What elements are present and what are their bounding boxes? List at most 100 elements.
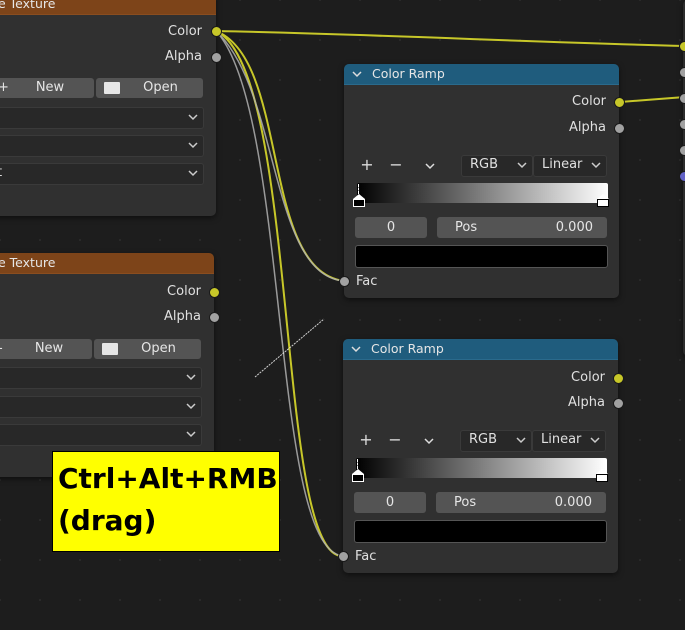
chevron-down-icon: [188, 142, 198, 149]
output-color-label: Color: [572, 94, 606, 109]
chevron-down-icon: [516, 437, 526, 444]
color-ramp-node-2[interactable]: Color Ramp Color Alpha + − RGB Linear 0 …: [343, 339, 618, 573]
pos-value: 0.000: [555, 220, 593, 235]
interpolation-dropdown[interactable]: [0, 367, 202, 389]
alpha-output-socket[interactable]: [209, 312, 220, 323]
position-field[interactable]: Pos 0.000: [436, 492, 606, 513]
input-socket-gray[interactable]: [679, 67, 685, 78]
shortcut-keys: Ctrl+Alt+RMB: [58, 462, 278, 495]
collapse-chevron-icon[interactable]: [350, 67, 364, 81]
color-mode-value: RGB: [469, 432, 498, 447]
fac-input-socket[interactable]: [338, 551, 349, 562]
output-alpha-label: Alpha: [568, 395, 605, 410]
fac-input-socket[interactable]: [339, 276, 350, 287]
pos-label: Pos: [454, 495, 477, 510]
pos-label: Pos: [455, 220, 478, 235]
position-field[interactable]: Pos 0.000: [437, 217, 607, 238]
stop-color-swatch[interactable]: [354, 520, 607, 543]
black-stop-handle[interactable]: [352, 459, 364, 483]
interpolation-dropdown[interactable]: [0, 107, 204, 129]
remove-stop-button[interactable]: −: [386, 430, 404, 450]
link-color-to-right-node[interactable]: [215, 30, 685, 47]
stop-index-field[interactable]: 0: [355, 217, 427, 238]
color-output-socket[interactable]: [614, 97, 625, 108]
alpha-output-socket[interactable]: [614, 123, 625, 134]
color-ramp-gradient[interactable]: [356, 458, 607, 478]
new-image-button[interactable]: - New: [0, 339, 92, 359]
interpolation-value: Linear: [542, 157, 583, 172]
chevron-down-icon: [517, 162, 527, 169]
open-label: Open: [143, 80, 178, 95]
node-header[interactable]: e Texture: [0, 0, 216, 15]
output-color-label: Color: [571, 370, 605, 385]
cut-gesture-line: [254, 318, 325, 378]
input-fac-label: Fac: [356, 274, 378, 289]
link-float-gray-1[interactable]: [215, 30, 345, 282]
input-socket-gray[interactable]: [679, 145, 685, 156]
open-image-button[interactable]: Open: [96, 78, 203, 98]
output-alpha-label: Alpha: [569, 120, 606, 135]
remove-stop-button[interactable]: −: [387, 155, 405, 175]
color-output-socket[interactable]: [209, 287, 220, 298]
chevron-down-icon: [186, 431, 196, 438]
stop-index-field[interactable]: 0: [354, 492, 426, 513]
chevron-down-icon: [591, 162, 601, 169]
alpha-output-socket[interactable]: [613, 398, 624, 409]
extension-dropdown[interactable]: [0, 424, 202, 446]
interpolation-dropdown[interactable]: Linear: [533, 155, 607, 177]
color-ramp-node-1[interactable]: Color Ramp Color Alpha + − RGB Linear 0 …: [344, 64, 619, 298]
pos-value: 0.000: [554, 495, 592, 510]
new-label: New: [34, 341, 64, 356]
color-mode-dropdown[interactable]: RGB: [461, 155, 533, 177]
open-image-button[interactable]: Open: [94, 339, 201, 359]
open-label: Open: [141, 341, 176, 356]
input-socket-yellow[interactable]: [679, 41, 685, 52]
interpolation-dropdown[interactable]: Linear: [532, 430, 606, 452]
ramp-menu-chevron-icon[interactable]: [423, 159, 437, 173]
output-alpha-label: Alpha: [164, 309, 201, 324]
projection-dropdown[interactable]: [0, 396, 202, 418]
extension-dropdown[interactable]: t: [0, 163, 204, 185]
node-header[interactable]: e Texture: [0, 253, 214, 274]
input-fac-label: Fac: [355, 549, 377, 564]
minus-icon: -: [0, 339, 3, 359]
input-socket-gray[interactable]: [679, 93, 685, 104]
shortcut-overlay: Ctrl+Alt+RMB (drag): [52, 451, 280, 552]
stop-color-swatch[interactable]: [355, 245, 608, 268]
color-ramp-gradient[interactable]: [357, 183, 608, 203]
add-stop-button[interactable]: +: [357, 430, 375, 450]
new-label: New: [35, 80, 65, 95]
chevron-down-icon: [186, 403, 196, 410]
node-header[interactable]: Color Ramp: [343, 339, 618, 360]
image-texture-node-2[interactable]: e Texture Color Alpha - New Open: [0, 253, 214, 477]
node-title: Color Ramp: [371, 341, 444, 356]
chevron-down-icon: [186, 374, 196, 381]
folder-icon: [102, 343, 118, 355]
image-texture-node-1[interactable]: e Texture Color Alpha + New Open t: [0, 0, 216, 216]
alpha-output-socket[interactable]: [211, 52, 222, 63]
link-color-to-ramp1-fac[interactable]: [215, 30, 345, 282]
add-stop-button[interactable]: +: [358, 155, 376, 175]
collapse-chevron-icon[interactable]: [349, 342, 363, 356]
projection-dropdown[interactable]: [0, 135, 204, 157]
new-image-button[interactable]: + New: [0, 78, 94, 98]
link-ramp-color-to-right-node[interactable]: [619, 96, 685, 103]
white-stop-handle[interactable]: [597, 194, 609, 208]
chevron-down-icon: [188, 114, 198, 121]
white-stop-handle[interactable]: [596, 469, 608, 483]
chevron-down-icon: [590, 437, 600, 444]
input-socket-shader[interactable]: [679, 171, 685, 182]
output-color-label: Color: [168, 24, 202, 39]
node-title: e Texture: [0, 255, 56, 270]
node-title: e Texture: [0, 0, 56, 11]
node-header[interactable]: Color Ramp: [344, 64, 619, 85]
color-mode-dropdown[interactable]: RGB: [460, 430, 532, 452]
black-stop-handle[interactable]: [353, 184, 365, 208]
input-socket-gray[interactable]: [679, 119, 685, 130]
color-output-socket[interactable]: [613, 373, 624, 384]
extension-value: t: [0, 165, 2, 180]
folder-icon: [104, 82, 120, 94]
color-output-socket[interactable]: [211, 26, 222, 37]
chevron-down-icon: [188, 170, 198, 177]
ramp-menu-chevron-icon[interactable]: [422, 434, 436, 448]
